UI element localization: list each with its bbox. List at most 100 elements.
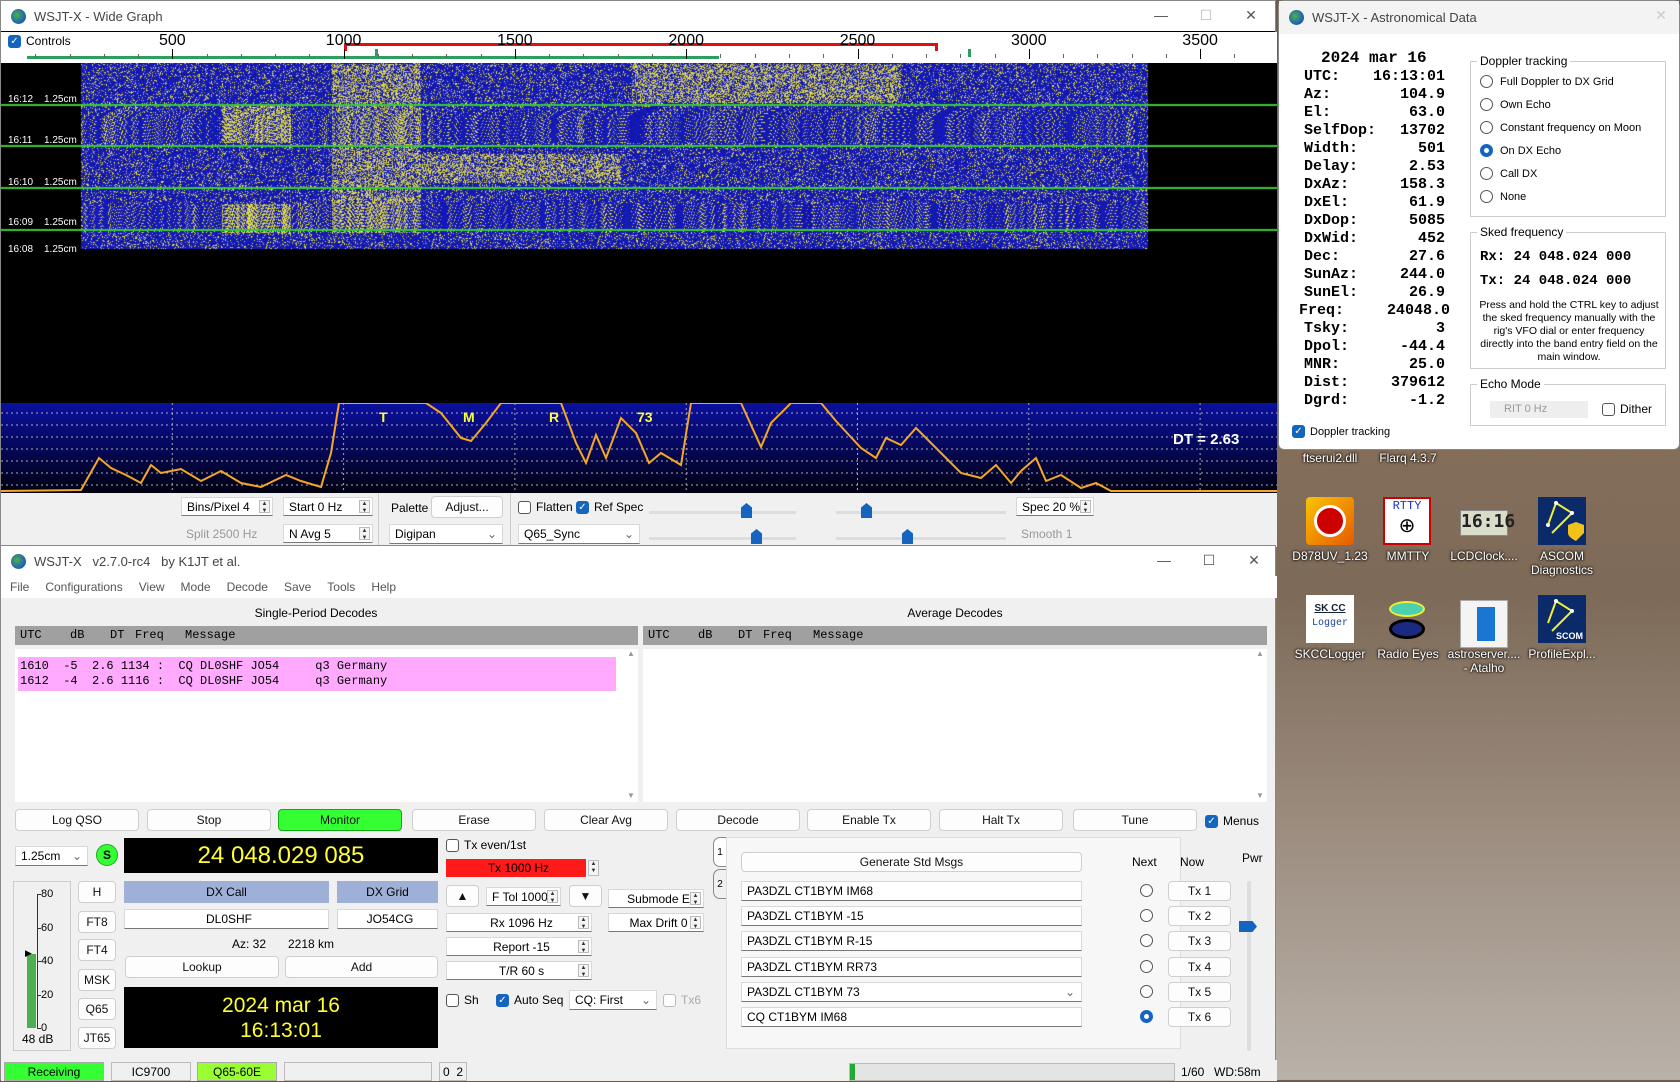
maximize-icon[interactable]: ☐ <box>1199 552 1219 569</box>
mmtty-icon[interactable]: RTTY ⊕ <box>1383 497 1431 545</box>
lookup-button[interactable]: Lookup <box>125 956 279 978</box>
tx1-now-button[interactable]: Tx 1 <box>1168 881 1231 901</box>
dx-call-input[interactable]: DL0SHF <box>124 909 329 929</box>
tr-period-spinbox[interactable]: T/R 60 s ▲ ▼ <box>446 961 592 980</box>
enable-tx-button[interactable]: Enable Tx <box>807 809 931 831</box>
decode-button[interactable]: Decode <box>676 809 800 831</box>
skcc-logger-icon[interactable]: SK CC Logger <box>1306 595 1354 643</box>
tx-message-5-input[interactable]: PA3DZL CT1BYM 73 ⌄ <box>741 981 1082 1002</box>
menu-configurations[interactable]: Configurations <box>45 580 122 594</box>
spin-arrows-icon[interactable]: ▲ ▼ <box>588 860 599 876</box>
desktop-label-flarq[interactable]: Flarq 4.3.7 <box>1368 451 1448 465</box>
mode-ft4-button[interactable]: FT4 <box>78 939 116 961</box>
clear-avg-button[interactable]: Clear Avg <box>544 809 668 831</box>
max-drift-spinbox[interactable]: Max Drift 0 ▲ ▼ <box>608 913 704 932</box>
next-radio-1[interactable] <box>1140 884 1160 900</box>
menu-file[interactable]: File <box>10 580 29 594</box>
power-slider[interactable] <box>1247 881 1251 1051</box>
desktop-label[interactable]: ASCOM Diagnostics <box>1522 549 1602 577</box>
mode-msk-button[interactable]: MSK <box>78 969 116 991</box>
menu-tools[interactable]: Tools <box>327 580 355 594</box>
spectrum-type-select[interactable]: Q65_Sync ⌄ <box>518 524 640 544</box>
radio-eyes-icon[interactable] <box>1383 595 1431 643</box>
tx-message-2-input[interactable]: PA3DZL CT1BYM -15 <box>741 906 1082 927</box>
sked-tx[interactable]: Tx: 24 048.024 000 <box>1480 273 1631 289</box>
profile-explorer-icon[interactable]: SCOM <box>1538 595 1586 643</box>
mode-jt65-button[interactable]: JT65 <box>78 1027 116 1049</box>
desktop-label[interactable]: Radio Eyes <box>1368 647 1448 661</box>
desktop-label[interactable]: D878UV_1.23 <box>1290 549 1370 563</box>
d878uv-icon[interactable] <box>1306 497 1354 545</box>
waterfall[interactable] <box>1 63 1277 403</box>
doppler-option-call-dx[interactable]: Call DX <box>1480 167 1537 180</box>
tx-frequency-spinbox[interactable]: Tx 1000 Hz <box>446 859 586 877</box>
next-radio-3[interactable] <box>1140 934 1160 950</box>
menu-save[interactable]: Save <box>284 580 311 594</box>
tx-message-3-input[interactable]: PA3DZL CT1BYM R-15 <box>741 931 1082 952</box>
minimize-icon[interactable]: — <box>1151 7 1171 23</box>
desktop-label[interactable]: ProfileExpl... <box>1522 647 1602 661</box>
slider-track[interactable] <box>649 537 796 540</box>
tx-message-1-input[interactable]: PA3DZL CT1BYM IM68 <box>741 881 1082 901</box>
menu-view[interactable]: View <box>139 580 165 594</box>
doppler-option-constant-frequency-on-moon[interactable]: Constant frequency on Moon <box>1480 121 1641 134</box>
spec-percent-spinbox[interactable]: Spec 20 % ▲ ▼ <box>1016 497 1094 516</box>
slider-track[interactable] <box>836 537 1006 540</box>
tx2-now-button[interactable]: Tx 2 <box>1168 906 1231 927</box>
decode-row[interactable]: 1610 -5 2.6 1134 : CQ DL0SHF JO54 q3 Ger… <box>20 659 614 674</box>
slider-track[interactable] <box>649 511 796 514</box>
controls-checkbox[interactable]: ✓ Controls <box>8 34 71 48</box>
tx6-now-button[interactable]: Tx 6 <box>1168 1007 1231 1027</box>
desktop-label[interactable]: MMTTY <box>1368 549 1448 563</box>
palette-select[interactable]: Digipan ⌄ <box>389 524 503 544</box>
frequency-scale[interactable]: ✓ Controls 500 1000 1500 2000 2500 3000 3500 <box>1 32 1277 63</box>
close-icon[interactable]: ✕ <box>1651 7 1671 24</box>
slider-handle[interactable] <box>751 529 762 544</box>
tab-1[interactable]: 1 <box>713 837 727 867</box>
generate-std-msgs-button[interactable]: Generate Std Msgs <box>741 852 1082 872</box>
report-spinbox[interactable]: Report -15 ▲ ▼ <box>446 937 592 956</box>
cq-select[interactable]: CQ: First ⌄ <box>569 990 657 1010</box>
power-slider-handle[interactable] <box>1239 921 1257 932</box>
tx-message-4-input[interactable]: PA3DZL CT1BYM RR73 <box>741 956 1082 977</box>
rx-frequency-spinbox[interactable]: Rx 1096 Hz ▲ ▼ <box>446 913 592 932</box>
ftol-spinbox[interactable]: F Tol 1000 ▲ ▼ <box>486 887 561 906</box>
stop-button[interactable]: Stop <box>147 809 271 831</box>
doppler-option-own-echo[interactable]: Own Echo <box>1480 98 1551 111</box>
slider-handle[interactable] <box>902 529 913 544</box>
minimize-icon[interactable]: — <box>1154 552 1174 568</box>
decode-row[interactable]: 1612 -4 2.6 1116 : CQ DL0SHF JO54 q3 Ger… <box>20 674 614 689</box>
next-radio-4[interactable] <box>1140 959 1160 976</box>
close-icon[interactable]: ✕ <box>1241 7 1261 24</box>
tune-button[interactable]: Tune <box>1073 809 1197 831</box>
desktop-label[interactable]: SKCCLogger <box>1290 647 1370 661</box>
doppler-option-full-doppler-to-dx-grid[interactable]: Full Doppler to DX Grid <box>1480 75 1614 88</box>
tx-even-checkbox[interactable]: Tx even/1st <box>446 838 526 852</box>
doppler-option-none[interactable]: None <box>1480 190 1526 203</box>
scrollbar[interactable]: ▲ ▼ <box>1253 649 1267 802</box>
sh-checkbox[interactable]: Sh <box>446 993 479 1007</box>
tx-down-button[interactable]: ▼ <box>569 885 602 907</box>
mode-h-button[interactable]: H <box>78 881 116 903</box>
tx3-now-button[interactable]: Tx 3 <box>1168 931 1231 952</box>
next-radio-2[interactable] <box>1140 909 1160 925</box>
dial-frequency-display[interactable]: 24 048.029 085 <box>124 838 438 873</box>
ascom-diagnostics-icon[interactable] <box>1538 497 1586 545</box>
tx-up-button[interactable]: ▲ <box>446 885 479 907</box>
add-button[interactable]: Add <box>285 956 438 978</box>
astroserver-icon[interactable] <box>1460 600 1508 648</box>
desktop-label[interactable]: astroserver.... - Atalho <box>1444 647 1524 675</box>
band-select[interactable]: 1.25cm ⌄ <box>15 846 88 866</box>
menu-help[interactable]: Help <box>371 580 396 594</box>
slider-handle[interactable] <box>861 503 872 518</box>
submode-spinbox[interactable]: Submode E ▲ ▼ <box>608 889 704 908</box>
slider-handle[interactable] <box>741 503 752 518</box>
dither-checkbox[interactable]: Dither <box>1602 402 1652 416</box>
monitor-button[interactable]: Monitor <box>278 809 402 831</box>
doppler-tracking-checkbox[interactable]: ✓ Doppler tracking <box>1292 425 1390 438</box>
s-meter-button[interactable]: S <box>96 844 118 866</box>
scrollbar[interactable]: ▲ ▼ <box>624 649 638 802</box>
tx5-now-button[interactable]: Tx 5 <box>1168 981 1231 1002</box>
decode-list[interactable]: 1610 -5 2.6 1134 : CQ DL0SHF JO54 q3 Ger… <box>15 649 638 802</box>
mode-ft8-button[interactable]: FT8 <box>78 911 116 933</box>
